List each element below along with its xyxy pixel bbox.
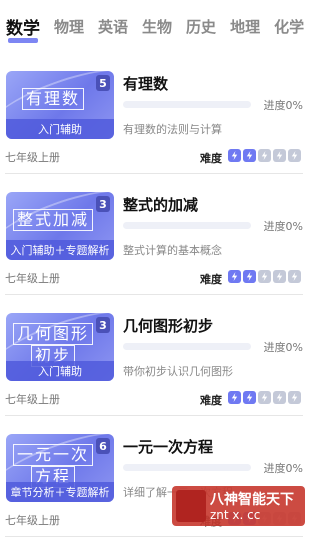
grade-label: 七年级上册 xyxy=(5,151,60,164)
watermark-logo-icon xyxy=(176,490,206,522)
progress-bar xyxy=(123,101,251,108)
difficulty-label: 难度 xyxy=(200,394,222,407)
divider xyxy=(5,536,303,537)
difficulty-bolt-icon xyxy=(273,391,286,404)
course-description: 整式计算的基本概念 xyxy=(123,244,222,257)
difficulty-rating xyxy=(228,270,301,283)
difficulty-bolt-icon xyxy=(228,270,241,283)
difficulty-bolt-icon xyxy=(273,149,286,162)
subject-tabs: 数学 物理 英语 生物 历史 地理 化学 xyxy=(0,0,315,56)
lesson-count-badge: 3 xyxy=(96,317,110,333)
thumb-title: 有理数 xyxy=(12,81,94,117)
divider xyxy=(5,415,303,416)
thumb-title-line: 一元一次 xyxy=(12,444,93,466)
difficulty-bolt-icon xyxy=(258,270,271,283)
course-title[interactable]: 一元一次方程 xyxy=(123,436,213,457)
watermark-line1: 八神智能天下 xyxy=(210,492,294,508)
divider xyxy=(5,173,303,174)
difficulty-bolt-icon xyxy=(273,270,286,283)
lesson-count-badge: 6 xyxy=(96,438,110,454)
difficulty-label: 难度 xyxy=(200,152,222,165)
course-title[interactable]: 有理数 xyxy=(123,73,168,94)
tab-chemistry[interactable]: 化学 xyxy=(274,16,304,40)
thumb-tag: 入门辅助 xyxy=(6,361,114,381)
course-thumbnail[interactable]: 一元一次 方程 6 章节分析＋专题解析 xyxy=(6,434,114,502)
difficulty-label: 难度 xyxy=(200,273,222,286)
difficulty-bolt-icon xyxy=(288,391,301,404)
thumb-title: 几何图形 初步 xyxy=(12,323,94,367)
course-title[interactable]: 整式的加减 xyxy=(123,194,198,215)
progress-bar xyxy=(123,222,251,229)
difficulty-bolt-icon xyxy=(228,391,241,404)
progress-bar xyxy=(123,343,251,350)
course-thumbnail[interactable]: 有理数 5 入门辅助 xyxy=(6,71,114,139)
course-card[interactable]: 有理数 5 入门辅助 有理数 进度0% 有理数的法则与计算 七年级上册 难度 xyxy=(0,71,315,192)
grade-label: 七年级上册 xyxy=(5,272,60,285)
thumb-tag: 入门辅助 xyxy=(6,119,114,139)
tab-english[interactable]: 英语 xyxy=(98,16,128,40)
difficulty-bolt-icon xyxy=(288,149,301,162)
thumb-title-line: 几何图形 xyxy=(12,323,93,345)
watermark-line2: znt x. cc xyxy=(210,508,261,522)
progress-text: 进度0% xyxy=(263,99,303,112)
tab-math[interactable]: 数学 xyxy=(6,14,40,43)
difficulty-bolt-icon xyxy=(228,149,241,162)
progress-text: 进度0% xyxy=(263,220,303,233)
difficulty-bolt-icon xyxy=(243,149,256,162)
progress-text: 进度0% xyxy=(263,462,303,475)
watermark: 八神智能天下 znt x. cc xyxy=(172,486,305,526)
difficulty-bolt-icon xyxy=(258,391,271,404)
grade-label: 七年级上册 xyxy=(5,393,60,406)
course-description: 有理数的法则与计算 xyxy=(123,123,222,136)
course-card[interactable]: 整式加减 3 入门辅助＋专题解析 整式的加减 进度0% 整式计算的基本概念 七年… xyxy=(0,192,315,313)
progress-text: 进度0% xyxy=(263,341,303,354)
thumb-title-line: 有理数 xyxy=(21,88,84,110)
difficulty-bolt-icon xyxy=(243,270,256,283)
tab-geography[interactable]: 地理 xyxy=(230,16,260,40)
difficulty-rating xyxy=(228,149,301,162)
tab-physics[interactable]: 物理 xyxy=(54,16,84,40)
thumb-title: 整式加减 xyxy=(12,202,94,238)
thumb-title-line: 整式加减 xyxy=(12,209,93,231)
course-thumbnail[interactable]: 整式加减 3 入门辅助＋专题解析 xyxy=(6,192,114,260)
course-description: 带你初步认识几何图形 xyxy=(123,365,233,378)
course-card[interactable]: 几何图形 初步 3 入门辅助 几何图形初步 进度0% 带你初步认识几何图形 七年级… xyxy=(0,313,315,434)
difficulty-rating xyxy=(228,391,301,404)
progress-bar xyxy=(123,464,251,471)
tab-biology[interactable]: 生物 xyxy=(142,16,172,40)
course-thumbnail[interactable]: 几何图形 初步 3 入门辅助 xyxy=(6,313,114,381)
divider xyxy=(5,294,303,295)
thumb-tag: 入门辅助＋专题解析 xyxy=(6,240,114,260)
thumb-title: 一元一次 方程 xyxy=(12,444,94,488)
course-title[interactable]: 几何图形初步 xyxy=(123,315,213,336)
difficulty-bolt-icon xyxy=(258,149,271,162)
thumb-tag: 章节分析＋专题解析 xyxy=(6,482,114,502)
difficulty-bolt-icon xyxy=(243,391,256,404)
lesson-count-badge: 5 xyxy=(96,75,110,91)
tab-history[interactable]: 历史 xyxy=(186,16,216,40)
grade-label: 七年级上册 xyxy=(5,514,60,527)
lesson-count-badge: 3 xyxy=(96,196,110,212)
difficulty-bolt-icon xyxy=(288,270,301,283)
